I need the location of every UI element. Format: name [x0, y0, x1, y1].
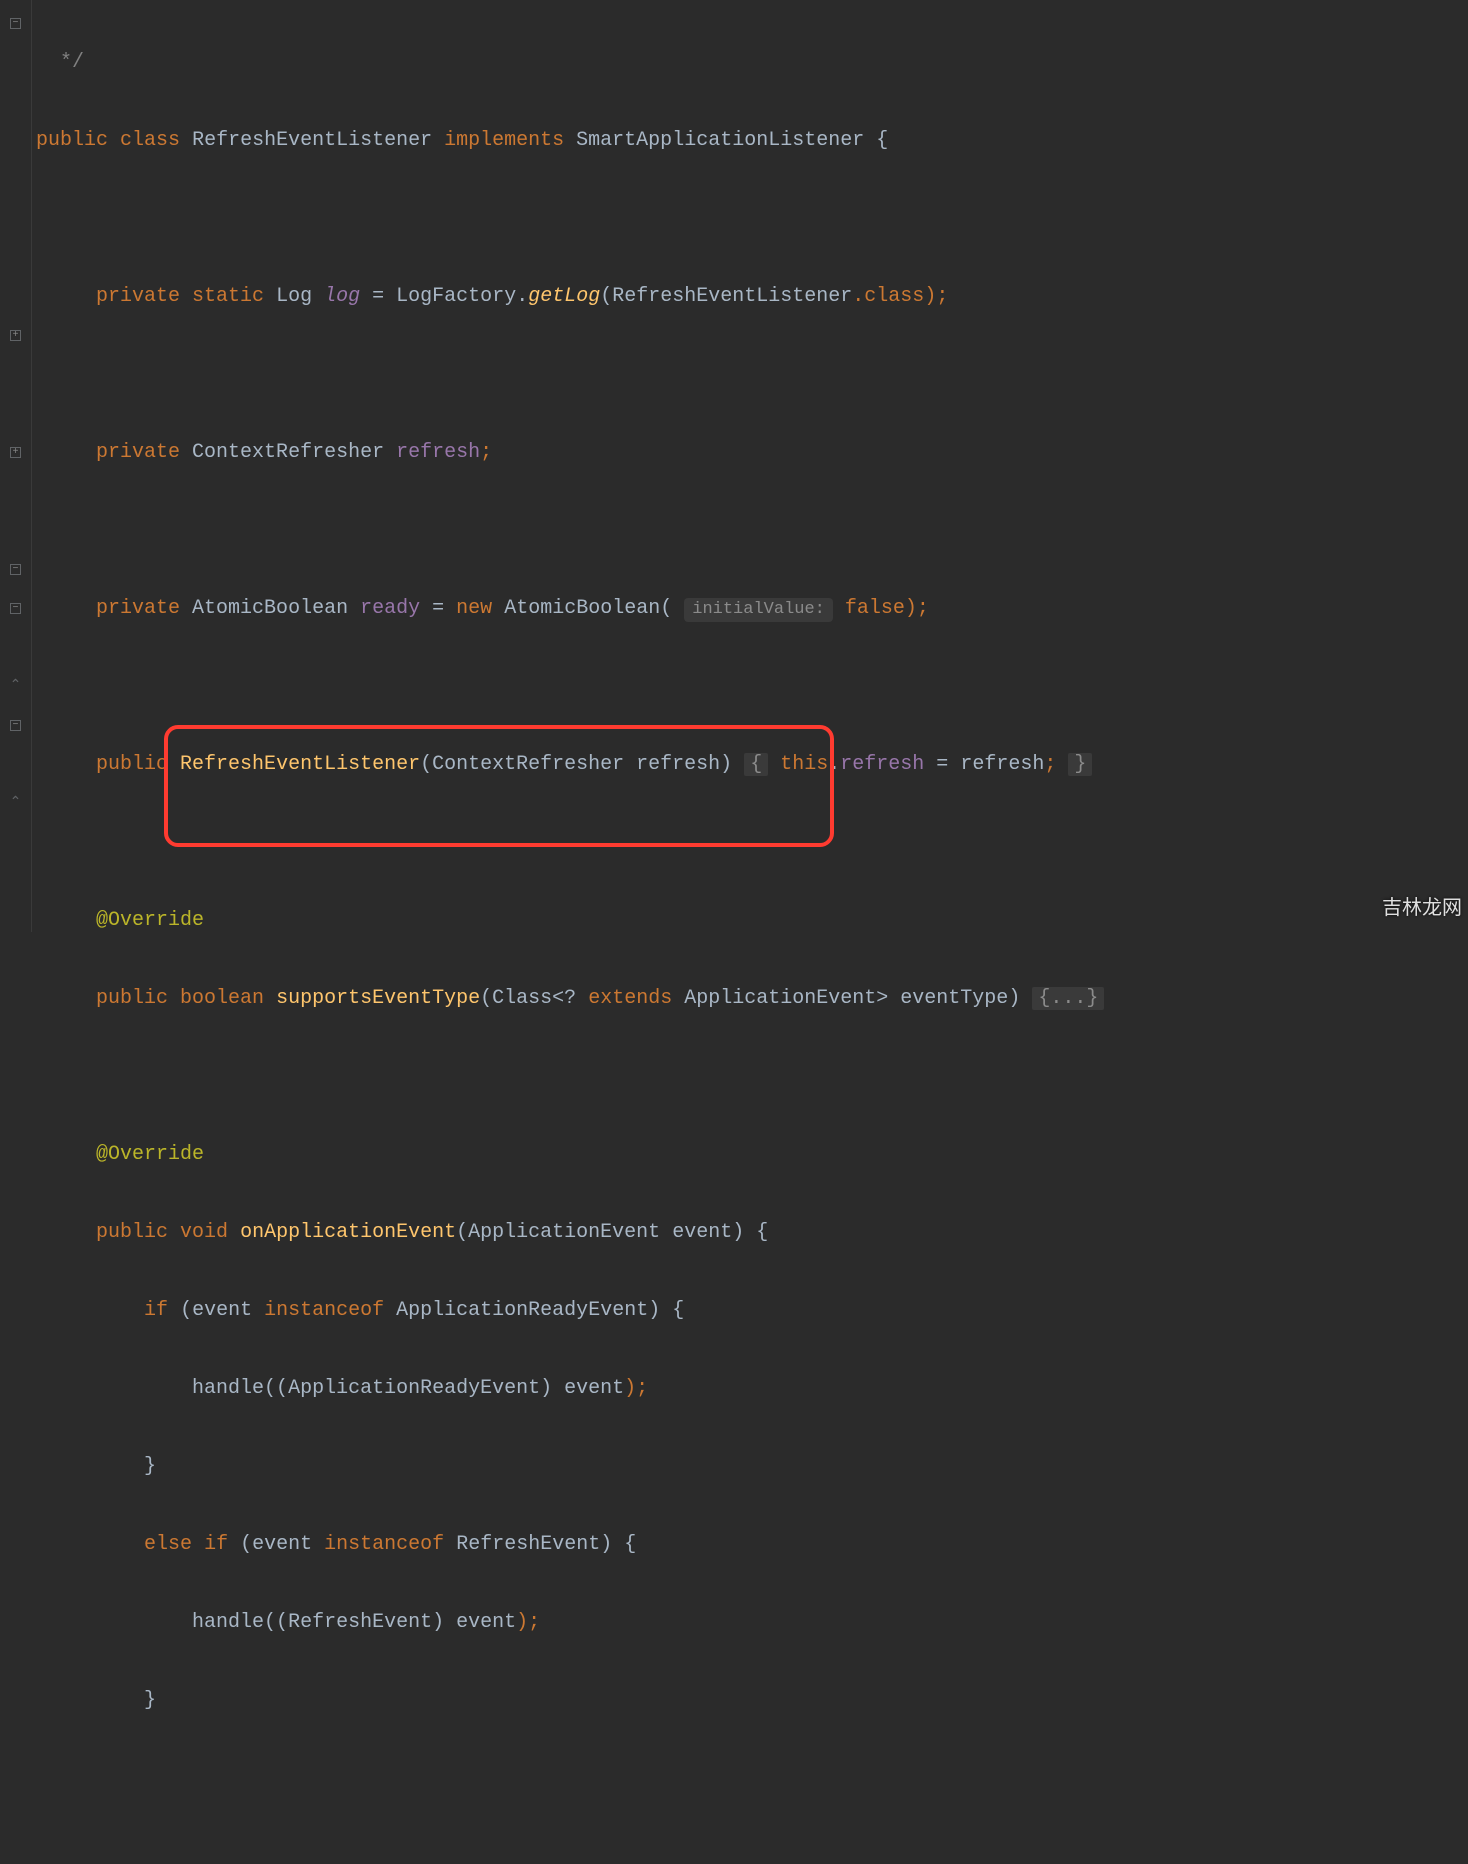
- code-line: */: [36, 43, 1468, 82]
- gutter-row: [0, 589, 31, 628]
- fold-region[interactable]: {...}: [1032, 987, 1104, 1010]
- gutter-row: [0, 277, 31, 316]
- code-editor: ⌃⌃ */ public class RefreshEventListener …: [0, 0, 1468, 932]
- code-line: if (event instanceof ApplicationReadyEve…: [36, 1291, 1468, 1330]
- code-line: @Override: [36, 1135, 1468, 1174]
- gutter-row: [0, 550, 31, 589]
- code-line: [36, 199, 1468, 238]
- gutter-row: [0, 706, 31, 745]
- gutter-row: [0, 121, 31, 160]
- code-area[interactable]: */ public class RefreshEventListener imp…: [32, 0, 1468, 932]
- gutter-row: [0, 160, 31, 199]
- gutter-row: [0, 433, 31, 472]
- parameter-hint: initialValue:: [684, 598, 833, 622]
- gutter-row: [0, 4, 31, 43]
- gutter-row: [0, 238, 31, 277]
- code-line: @Override: [36, 901, 1468, 940]
- fold-end-icon[interactable]: ⌃: [9, 681, 23, 693]
- code-line: public boolean supportsEventType(Class<?…: [36, 979, 1468, 1018]
- code-line: [36, 1057, 1468, 1096]
- collapse-fold-icon[interactable]: [10, 603, 21, 614]
- gutter: ⌃⌃: [0, 0, 32, 932]
- code-line: }: [36, 1447, 1468, 1486]
- code-line: public void onApplicationEvent(Applicati…: [36, 1213, 1468, 1252]
- code-line: handle((ApplicationReadyEvent) event);: [36, 1369, 1468, 1408]
- fold-end-icon[interactable]: ⌃: [9, 798, 23, 810]
- code-line: private ContextRefresher refresh;: [36, 433, 1468, 472]
- code-line: [36, 355, 1468, 394]
- code-line: }: [36, 1681, 1468, 1720]
- code-line: else if (event instanceof RefreshEvent) …: [36, 1525, 1468, 1564]
- expand-fold-icon[interactable]: [10, 447, 21, 458]
- gutter-row: [0, 43, 31, 82]
- code-line: private AtomicBoolean ready = new Atomic…: [36, 589, 1468, 628]
- comment-end: */: [60, 51, 84, 74]
- gutter-row: ⌃: [0, 784, 31, 823]
- code-line: [36, 823, 1468, 862]
- gutter-row: [0, 745, 31, 784]
- code-line: [36, 667, 1468, 706]
- gutter-row: [0, 82, 31, 121]
- code-line: [36, 511, 1468, 550]
- collapse-fold-icon[interactable]: [10, 720, 21, 731]
- code-line: public RefreshEventListener(ContextRefre…: [36, 745, 1468, 784]
- gutter-row: [0, 355, 31, 394]
- fold-region[interactable]: {: [744, 753, 768, 776]
- gutter-row: ⌃: [0, 667, 31, 706]
- gutter-row: [0, 472, 31, 511]
- gutter-row: [0, 316, 31, 355]
- collapse-fold-icon[interactable]: [10, 564, 21, 575]
- gutter-row: [0, 511, 31, 550]
- gutter-row: [0, 394, 31, 433]
- watermark: 吉林龙网: [1382, 889, 1462, 928]
- code-line: private static Log log = LogFactory.getL…: [36, 277, 1468, 316]
- code-line: public class RefreshEventListener implem…: [36, 121, 1468, 160]
- gutter-row: [0, 628, 31, 667]
- code-line: handle((RefreshEvent) event);: [36, 1603, 1468, 1642]
- collapse-fold-icon[interactable]: [10, 18, 21, 29]
- gutter-row: [0, 199, 31, 238]
- expand-fold-icon[interactable]: [10, 330, 21, 341]
- fold-region[interactable]: }: [1068, 753, 1092, 776]
